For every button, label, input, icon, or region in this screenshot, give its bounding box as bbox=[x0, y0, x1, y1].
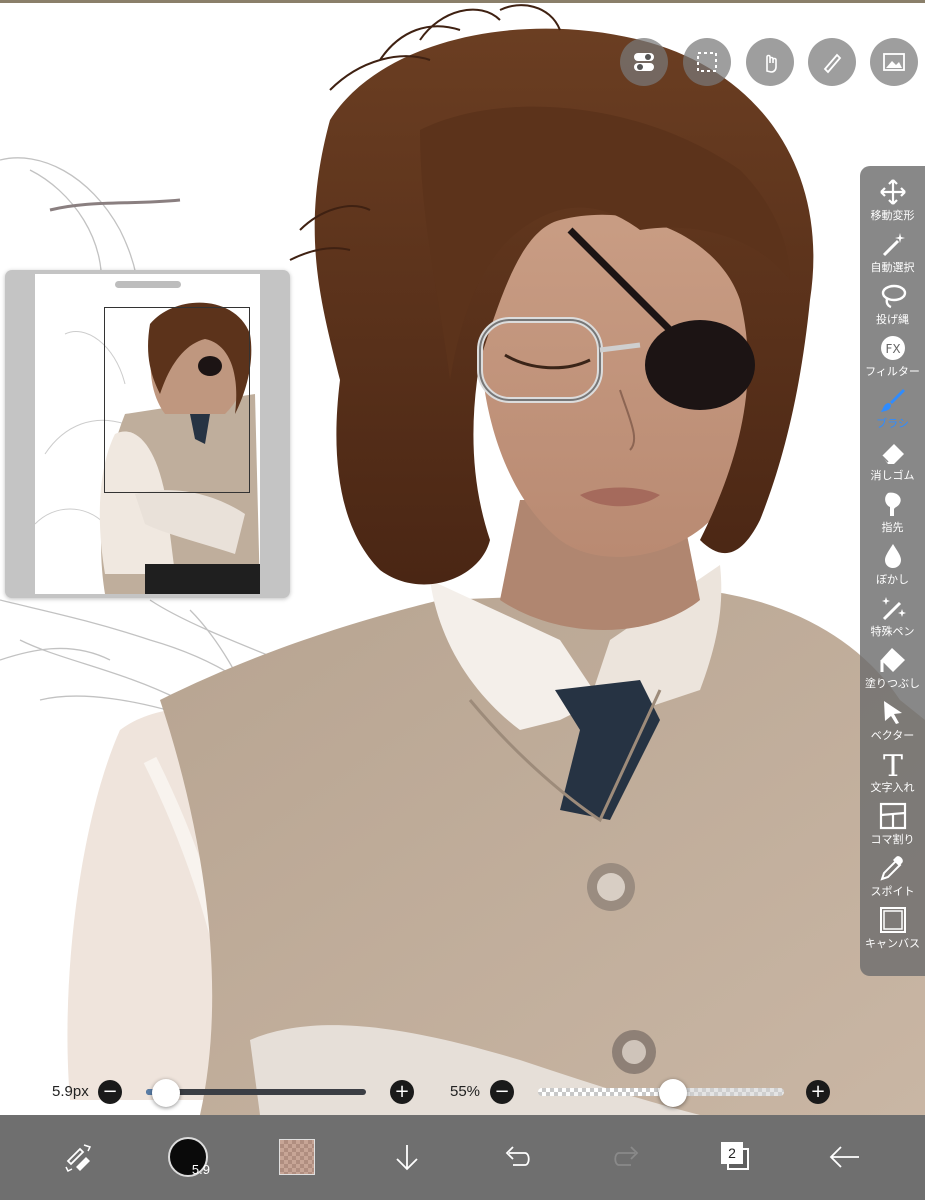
download-button[interactable] bbox=[377, 1127, 437, 1187]
blur-drop-icon bbox=[884, 544, 901, 568]
back-button[interactable] bbox=[815, 1127, 875, 1187]
tool-lasso[interactable]: 投げ縄 bbox=[860, 280, 925, 332]
tool-brush[interactable]: ブラシ bbox=[860, 384, 925, 436]
fx-filter-icon: FX bbox=[880, 336, 905, 360]
back-arrow-icon bbox=[829, 1146, 859, 1168]
brush-size-indicator[interactable]: 5.9 bbox=[158, 1127, 218, 1187]
special-pen-icon bbox=[881, 597, 906, 621]
toggle-button[interactable] bbox=[620, 38, 668, 86]
tool-label: 投げ縄 bbox=[876, 313, 909, 326]
svg-text:T: T bbox=[882, 749, 902, 779]
tool-label: 特殊ペン bbox=[870, 625, 915, 638]
tool-canvas[interactable]: キャンバス bbox=[860, 904, 925, 956]
redo-button[interactable] bbox=[597, 1127, 657, 1187]
navigator-panel[interactable] bbox=[5, 270, 290, 598]
layer-count: 2 bbox=[721, 1142, 743, 1164]
brush-size-slider-thumb[interactable] bbox=[151, 1079, 180, 1107]
tool-label: コマ割り bbox=[870, 833, 915, 846]
text-icon: T bbox=[882, 749, 902, 779]
tool-special-pen[interactable]: 特殊ペン bbox=[860, 592, 925, 644]
brush-size-value: 5.9px bbox=[52, 1083, 89, 1100]
toggle-switch-icon bbox=[634, 53, 654, 71]
undo-icon bbox=[505, 1146, 530, 1166]
tool-vector[interactable]: ベクター bbox=[860, 696, 925, 748]
navigator-drag-handle[interactable] bbox=[115, 281, 181, 288]
tool-label: 文字入れ bbox=[870, 781, 915, 794]
tool-label: ベクター bbox=[870, 729, 915, 742]
opacity-slider-row: 55% − + bbox=[448, 1079, 838, 1107]
tool-label: 自動選択 bbox=[870, 261, 915, 274]
selection-button[interactable] bbox=[683, 38, 731, 86]
layers-button[interactable]: 2 bbox=[706, 1127, 766, 1187]
tool-eraser[interactable]: 消しゴム bbox=[860, 436, 925, 488]
bottom-toolbar: 5.9 2 bbox=[0, 1115, 925, 1200]
pen-ruler-icon bbox=[823, 53, 842, 74]
tool-label: 塗りつぶし bbox=[864, 677, 921, 690]
brush-size-slider-row: 5.9px − + bbox=[50, 1079, 430, 1107]
ruler-button[interactable] bbox=[808, 38, 856, 86]
pen-eraser-swap-icon bbox=[65, 1144, 92, 1173]
fill-bucket-icon bbox=[880, 648, 905, 672]
pen-eraser-swap-button[interactable] bbox=[48, 1127, 108, 1187]
lasso-icon bbox=[881, 284, 906, 309]
tool-smudge[interactable]: 指先 bbox=[860, 488, 925, 540]
tool-filter[interactable]: FX フィルター bbox=[860, 332, 925, 384]
undo-button[interactable] bbox=[487, 1127, 547, 1187]
tool-fill[interactable]: 塗りつぶし bbox=[860, 644, 925, 696]
tool-label: 指先 bbox=[881, 521, 904, 534]
finger-smudge-icon bbox=[884, 492, 901, 516]
eraser-icon bbox=[880, 444, 904, 464]
tool-label: キャンバス bbox=[865, 937, 920, 950]
download-arrow-icon bbox=[396, 1145, 418, 1171]
opacity-slider-thumb[interactable] bbox=[659, 1079, 688, 1107]
move-transform-icon bbox=[879, 179, 906, 205]
tool-label: フィルター bbox=[865, 365, 920, 378]
tool-label: スポイト bbox=[870, 885, 915, 898]
brush-size-decrease-button[interactable]: − bbox=[98, 1080, 122, 1104]
image-icon bbox=[883, 53, 905, 71]
brush-size-increase-button[interactable]: + bbox=[390, 1080, 414, 1104]
canvas-icon bbox=[879, 907, 906, 933]
hand-touch-icon bbox=[766, 54, 777, 73]
vector-arrow-icon bbox=[883, 701, 902, 724]
brush-icon bbox=[880, 389, 905, 412]
tool-blur[interactable]: ぼかし bbox=[860, 540, 925, 592]
color-swatch-button[interactable] bbox=[267, 1127, 327, 1187]
redo-icon bbox=[614, 1146, 639, 1166]
tool-label: 消しゴム bbox=[870, 469, 915, 482]
opacity-value: 55% bbox=[450, 1083, 481, 1100]
navigator-viewport-frame[interactable] bbox=[104, 307, 250, 493]
opacity-decrease-button[interactable]: − bbox=[490, 1080, 514, 1104]
tool-frame-divider[interactable]: コマ割り bbox=[860, 800, 925, 852]
tool-label: ぼかし bbox=[876, 573, 909, 586]
brush-size-circle: 5.9 bbox=[168, 1137, 210, 1177]
artwork-illustration bbox=[0, 4, 925, 1115]
frame-divider-icon bbox=[879, 802, 906, 830]
tool-palette: 移動変形 自動選択 投げ縄 FX フィルター ブラシ 消しゴム 指先 ぼかし 特… bbox=[860, 166, 925, 976]
tool-text[interactable]: T 文字入れ bbox=[860, 748, 925, 800]
tool-auto-select[interactable]: 自動選択 bbox=[860, 228, 925, 280]
tool-eyedropper[interactable]: スポイト bbox=[860, 852, 925, 904]
opacity-increase-button[interactable]: + bbox=[806, 1080, 830, 1104]
magic-wand-icon bbox=[882, 233, 905, 257]
drawing-canvas[interactable] bbox=[0, 0, 925, 1200]
color-swatch bbox=[279, 1139, 315, 1175]
image-button[interactable] bbox=[870, 38, 918, 86]
layers-icon: 2 bbox=[721, 1142, 751, 1172]
brush-size-badge: 5.9 bbox=[191, 1162, 210, 1177]
eyedropper-icon bbox=[879, 856, 903, 881]
tool-label: 移動変形 bbox=[870, 209, 915, 222]
tool-move-transform[interactable]: 移動変形 bbox=[860, 176, 925, 228]
svg-text:FX: FX bbox=[885, 342, 900, 356]
opacity-track-remainder bbox=[673, 1088, 784, 1096]
touch-button[interactable] bbox=[746, 38, 794, 86]
tool-label: ブラシ bbox=[876, 417, 909, 430]
selection-marquee-icon bbox=[697, 52, 717, 72]
